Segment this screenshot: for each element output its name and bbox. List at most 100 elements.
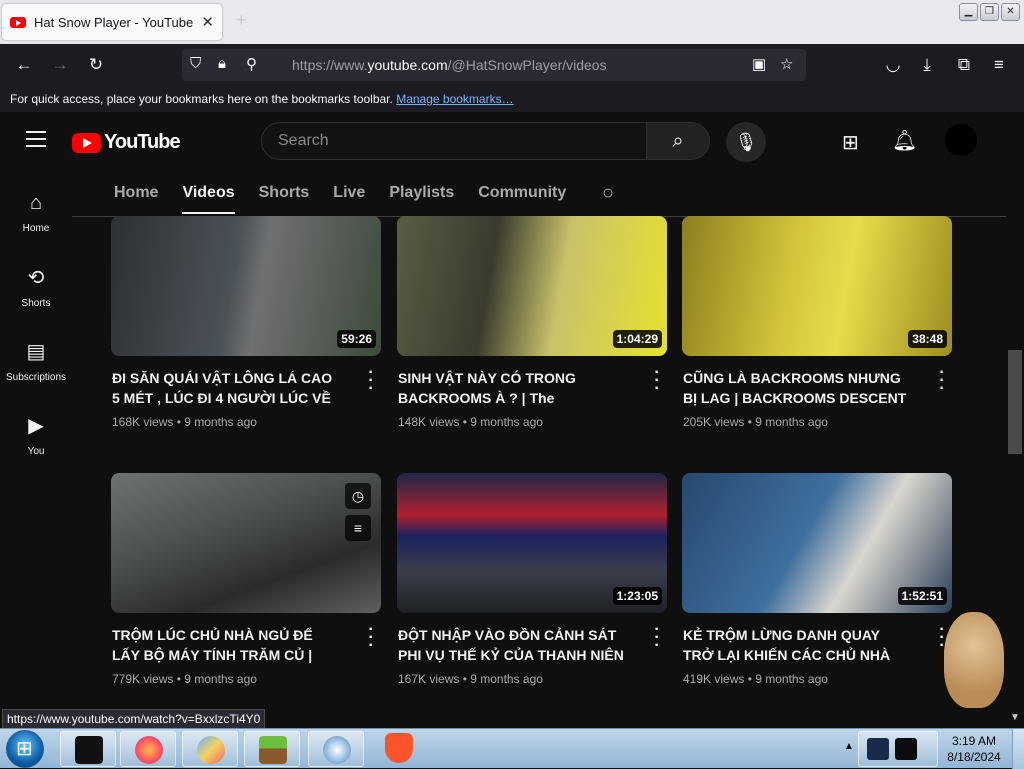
tab-shorts[interactable]: Shorts bbox=[259, 184, 310, 214]
picture-in-picture-icon[interactable]: ▣ bbox=[752, 55, 766, 73]
guide-item-shorts[interactable]: ⟲ Shorts bbox=[0, 265, 72, 309]
channel-search-icon[interactable]: ○ bbox=[602, 182, 614, 205]
url-text[interactable]: https://www.youtube.com/@HatSnowPlayer/v… bbox=[292, 57, 607, 73]
bookmarks-toolbar: For quick access, place your bookmarks h… bbox=[0, 86, 1024, 112]
video-card[interactable]: 59:26 ĐI SĂN QUÁI VẬT LÔNG LÁ CAO 5 MÉT … bbox=[111, 216, 381, 429]
pocket-icon[interactable]: ◡ bbox=[882, 55, 904, 75]
lock-icon[interactable]: 🔒︎ bbox=[218, 55, 226, 72]
video-title[interactable]: KẺ TRỘM LỪNG DANH QUAY TRỞ LẠI KHIẾN CÁC… bbox=[683, 625, 911, 665]
extensions-icon[interactable]: ⧉ bbox=[953, 55, 975, 75]
scroll-down-arrow-icon[interactable]: ▼ bbox=[1010, 712, 1020, 723]
video-meta: 168K views • 9 months ago bbox=[112, 415, 257, 429]
video-menu-icon[interactable]: · · · bbox=[367, 365, 375, 397]
back-button[interactable]: ← bbox=[13, 55, 35, 75]
url-bar[interactable]: ⛉ 🔒︎ ⚲ https://www.youtube.com/@HatSnowP… bbox=[182, 49, 806, 81]
start-button[interactable] bbox=[6, 730, 44, 768]
add-to-queue-icon[interactable]: ≡ bbox=[345, 515, 371, 541]
video-thumbnail[interactable]: 1:23:05 bbox=[397, 473, 667, 613]
link-status-url: https://www.youtube.com/watch?v=BxxlzcTi… bbox=[2, 709, 266, 729]
search-button[interactable]: ⌕ bbox=[646, 122, 710, 160]
video-thumbnail[interactable]: 1:52:51 bbox=[682, 473, 952, 613]
account-avatar[interactable] bbox=[945, 124, 977, 156]
guide-item-you[interactable]: ▶ You bbox=[0, 413, 72, 457]
tab-live[interactable]: Live bbox=[333, 184, 365, 214]
tray-overflow-icon[interactable]: ▲ bbox=[844, 741, 854, 752]
video-duration: 1:23:05 bbox=[612, 587, 662, 605]
tab-playlists[interactable]: Playlists bbox=[389, 184, 454, 214]
tab-title: Hat Snow Player - YouTube bbox=[34, 14, 194, 30]
video-title[interactable]: SINH VẬT NÀY CÓ TRONG BACKROOMS À ? | Th… bbox=[398, 368, 626, 408]
search-input[interactable]: Search bbox=[261, 122, 647, 160]
guide-label: You bbox=[27, 446, 45, 457]
you-icon: ▶ bbox=[28, 415, 44, 437]
desktop-pet-hamster[interactable] bbox=[944, 612, 1004, 708]
taskbar-paint-app[interactable] bbox=[182, 731, 238, 767]
shorts-icon: ⟲ bbox=[27, 267, 45, 289]
new-tab-button[interactable]: + bbox=[236, 10, 247, 31]
scrollbar-thumb[interactable] bbox=[1008, 350, 1022, 454]
video-meta: 205K views • 9 months ago bbox=[683, 415, 828, 429]
manage-bookmarks-link[interactable]: Manage bookmarks… bbox=[396, 92, 513, 106]
guide-label: Subscriptions bbox=[5, 372, 67, 383]
voice-search-icon[interactable]: 🎙︎ bbox=[726, 122, 766, 162]
tab-community[interactable]: Community bbox=[478, 184, 566, 214]
video-thumbnail[interactable]: 59:26 bbox=[111, 216, 381, 356]
shield-icon[interactable]: ⛉ bbox=[190, 55, 201, 72]
guide-menu-icon[interactable] bbox=[26, 131, 46, 152]
taskbar-minecraft-app[interactable] bbox=[244, 731, 300, 767]
subscriptions-icon: ▤ bbox=[26, 341, 46, 363]
tab-close-icon[interactable]: ✕ bbox=[201, 13, 214, 31]
close-window-button[interactable]: ✕ bbox=[1001, 3, 1020, 21]
window-controls: ▁ ❐ ✕ bbox=[959, 3, 1020, 21]
video-thumbnail[interactable]: 1:04:29 bbox=[397, 216, 667, 356]
downloads-icon[interactable]: ⤓ bbox=[916, 55, 938, 75]
show-desktop-button[interactable] bbox=[1012, 729, 1024, 769]
video-menu-icon[interactable]: · · · bbox=[653, 622, 661, 654]
video-thumbnail[interactable]: ◷ ≡ bbox=[111, 473, 381, 613]
youtube-logo[interactable]: YouTube bbox=[72, 131, 181, 154]
bookmark-star-icon[interactable]: ☆ bbox=[780, 55, 793, 73]
tab-videos[interactable]: Videos bbox=[182, 184, 235, 214]
video-menu-icon[interactable]: · · · bbox=[653, 365, 661, 397]
video-title[interactable]: TRỘM LÚC CHỦ NHÀ NGỦ ĐỂ LẤY BỘ MÁY TÍNH … bbox=[112, 625, 340, 665]
browser-tab-strip: Hat Snow Player - YouTube ✕ + ▁ ❐ ✕ bbox=[0, 0, 1024, 44]
video-card[interactable]: 38:48 CŨNG LÀ BACKROOMS NHƯNG BỊ LAG | B… bbox=[682, 216, 952, 429]
video-duration: 1:04:29 bbox=[612, 330, 662, 348]
video-title[interactable]: ĐI SĂN QUÁI VẬT LÔNG LÁ CAO 5 MÉT , LÚC … bbox=[112, 368, 340, 408]
taskbar-brave-app[interactable] bbox=[385, 733, 413, 763]
page-scrollbar[interactable] bbox=[1006, 216, 1024, 728]
clock-date: 8/18/2024 bbox=[947, 750, 1001, 764]
taskbar-media-app[interactable] bbox=[308, 731, 364, 767]
video-title[interactable]: ĐỘT NHẬP VÀO ĐỒN CẢNH SÁT PHI VỤ THẾ KỶ … bbox=[398, 625, 626, 665]
create-video-icon[interactable]: ⊞ bbox=[842, 130, 859, 155]
youtube-play-icon bbox=[72, 132, 101, 153]
video-card[interactable]: 1:04:29 SINH VẬT NÀY CÓ TRONG BACKROOMS … bbox=[397, 216, 667, 429]
video-duration: 1:52:51 bbox=[897, 587, 947, 605]
video-thumbnail[interactable]: 38:48 bbox=[682, 216, 952, 356]
guide-item-subscriptions[interactable]: ▤ Subscriptions bbox=[0, 339, 72, 383]
video-title[interactable]: CŨNG LÀ BACKROOMS NHƯNG BỊ LAG | BACKROO… bbox=[683, 368, 911, 408]
permissions-icon[interactable]: ⚲ bbox=[246, 55, 257, 73]
taskbar-firefox-app[interactable] bbox=[120, 731, 176, 767]
guide-item-home[interactable]: ⌂ Home bbox=[0, 192, 72, 234]
forward-button[interactable]: → bbox=[49, 55, 71, 75]
minimize-button[interactable]: ▁ bbox=[959, 3, 978, 21]
video-card[interactable]: ◷ ≡ TRỘM LÚC CHỦ NHÀ NGỦ ĐỂ LẤY BỘ MÁY T… bbox=[111, 473, 381, 686]
menu-icon[interactable]: ≡ bbox=[988, 55, 1010, 75]
video-card[interactable]: 1:52:51 KẺ TRỘM LỪNG DANH QUAY TRỞ LẠI K… bbox=[682, 473, 952, 686]
reload-button[interactable]: ↻ bbox=[85, 55, 107, 75]
video-meta: 779K views • 9 months ago bbox=[112, 672, 257, 686]
notifications-bell-icon[interactable]: 🔔︎ bbox=[892, 128, 917, 153]
watch-later-icon[interactable]: ◷ bbox=[345, 483, 371, 509]
taskbar-active-window[interactable] bbox=[858, 731, 938, 767]
video-card[interactable]: 1:23:05 ĐỘT NHẬP VÀO ĐỒN CẢNH SÁT PHI VỤ… bbox=[397, 473, 667, 686]
tab-home[interactable]: Home bbox=[114, 184, 158, 214]
video-menu-icon[interactable]: · · · bbox=[938, 365, 946, 397]
taskbar-terminal-app[interactable] bbox=[60, 731, 116, 767]
restore-button[interactable]: ❐ bbox=[980, 3, 999, 21]
system-clock[interactable]: 3:19 AM 8/18/2024 bbox=[940, 733, 1008, 765]
video-meta: 419K views • 9 months ago bbox=[683, 672, 828, 686]
video-duration: 38:48 bbox=[908, 330, 947, 348]
browser-tab[interactable]: Hat Snow Player - YouTube ✕ bbox=[2, 4, 222, 40]
video-menu-icon[interactable]: · · · bbox=[367, 622, 375, 654]
